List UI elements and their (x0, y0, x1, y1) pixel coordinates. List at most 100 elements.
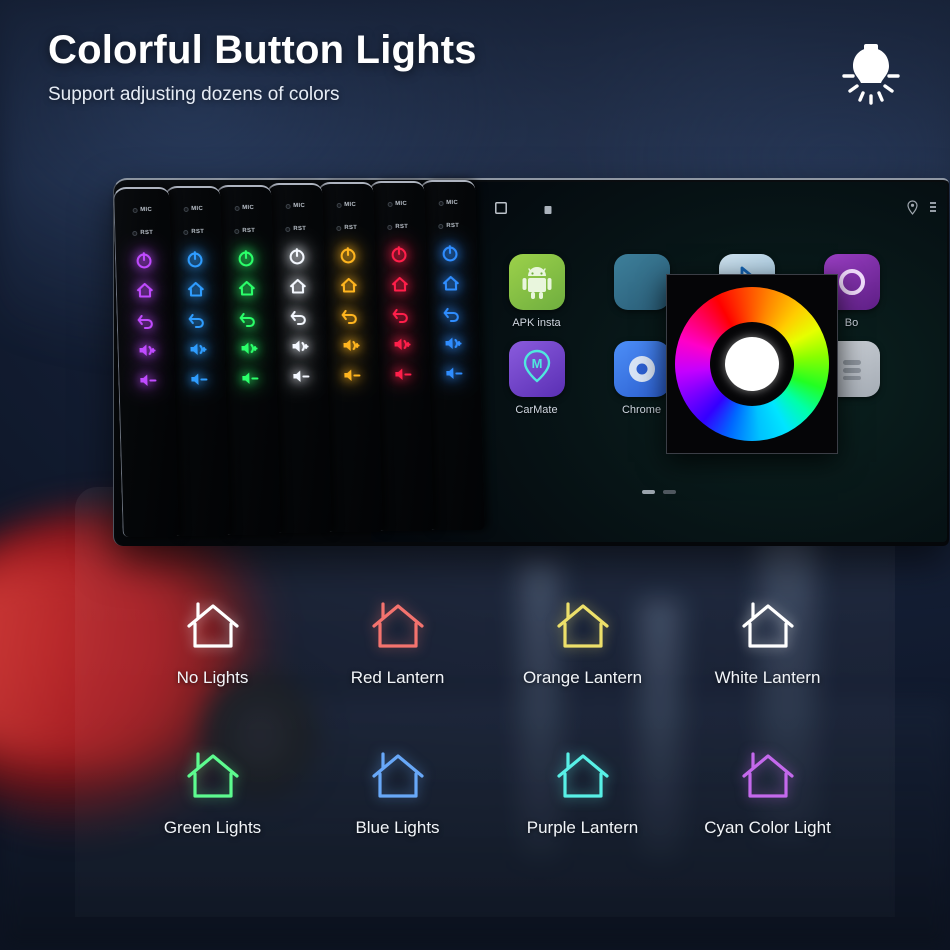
button-panel-stack: MIC RST MIC RST MIC RST MIC RST MIC RST MIC RST MIC R… (113, 178, 485, 546)
mic-label: MIC (446, 199, 459, 206)
power-icon[interactable] (286, 246, 307, 266)
header: Colorful Button Lights Support adjusting… (48, 28, 477, 106)
page-dot[interactable] (642, 490, 655, 494)
rst-label-row: RST (132, 226, 153, 240)
rst-hole-icon (132, 230, 138, 236)
house-lantern-icon (183, 600, 243, 652)
rst-label-row: RST (387, 220, 408, 234)
home-icon[interactable] (440, 273, 461, 293)
back-icon[interactable] (441, 303, 462, 323)
mic-hole-icon (234, 205, 240, 211)
house-lantern-icon (738, 600, 798, 652)
volume-up-icon[interactable] (391, 334, 412, 354)
power-icon[interactable] (184, 249, 205, 269)
mic-label-row: MIC (438, 196, 458, 210)
rst-label: RST (395, 224, 409, 230)
volume-up-icon[interactable] (187, 339, 208, 359)
mic-label: MIC (344, 202, 357, 209)
lantern-label: Blue Lights (355, 818, 440, 837)
volume-up-icon[interactable] (442, 333, 463, 353)
page-dot[interactable] (663, 490, 676, 494)
lantern-label: Red Lantern (350, 668, 445, 687)
rst-label: RST (446, 222, 460, 229)
volume-down-icon[interactable] (137, 370, 158, 390)
back-icon[interactable] (390, 304, 411, 324)
purple-panel[interactable]: MIC RST (113, 187, 179, 537)
mic-label-row: MIC (285, 199, 305, 213)
rst-label-row: RST (336, 221, 357, 235)
mic-hole-icon (132, 207, 138, 213)
status-icons (906, 200, 937, 220)
android-robot-icon (508, 254, 565, 310)
lantern-blue[interactable]: Blue Lights (305, 750, 490, 838)
volume-up-icon[interactable] (136, 340, 157, 360)
home-icon[interactable] (287, 276, 308, 296)
home-icon[interactable] (134, 280, 155, 300)
lantern-color-grid: No Lights Red Lantern Orange Lantern White … (120, 600, 860, 838)
color-wheel-center[interactable] (715, 327, 789, 401)
back-icon[interactable] (135, 310, 156, 330)
app-carmate[interactable]: M CarMate (484, 341, 589, 416)
rst-label: RST (293, 226, 307, 233)
volume-up-icon[interactable] (340, 335, 361, 355)
lantern-orange[interactable]: Orange Lantern (490, 600, 675, 688)
rgb-color-wheel[interactable] (647, 259, 857, 469)
volume-down-icon[interactable] (290, 366, 311, 386)
mic-hole-icon (387, 201, 393, 207)
lantern-purple[interactable]: Purple Lantern (490, 750, 675, 838)
rst-label: RST (242, 227, 256, 234)
house-lantern-icon (553, 750, 613, 802)
volume-up-icon[interactable] (289, 336, 310, 356)
volume-down-icon[interactable] (341, 365, 362, 385)
rst-hole-icon (336, 225, 342, 231)
lantern-white[interactable]: White Lantern (675, 600, 860, 688)
rst-hole-icon (438, 223, 444, 229)
volume-down-icon[interactable] (443, 363, 464, 383)
location-pin-icon (906, 200, 919, 220)
page-title: Colorful Button Lights (48, 28, 477, 72)
house-lantern-icon (368, 600, 428, 652)
lantern-label: Purple Lantern (526, 818, 639, 837)
lantern-green[interactable]: Green Lights (120, 750, 305, 838)
home-icon[interactable] (185, 279, 206, 299)
lantern-cyan[interactable]: Cyan Color Light (675, 750, 860, 838)
signal-icon (929, 201, 937, 220)
home-icon[interactable] (389, 274, 410, 294)
volume-down-icon[interactable] (392, 364, 413, 384)
color-wheel-ring[interactable] (647, 259, 857, 469)
lantern-label: Orange Lantern (522, 668, 643, 687)
rst-label: RST (191, 228, 205, 235)
back-icon[interactable] (288, 306, 309, 326)
back-icon[interactable] (186, 309, 207, 329)
back-icon[interactable] (339, 305, 360, 325)
power-icon[interactable] (133, 250, 154, 270)
light-bulb-icon (834, 38, 908, 112)
mic-label: MIC (191, 205, 204, 212)
home-icon[interactable] (338, 275, 359, 295)
recents-nav-icon[interactable] (493, 200, 509, 221)
mic-label-row: MIC (132, 203, 152, 217)
panel-buttons: MIC RST (318, 198, 378, 385)
mic-label-row: MIC (387, 197, 407, 211)
app-apk-installer[interactable]: APK insta (484, 254, 589, 329)
mic-label: MIC (140, 207, 153, 213)
power-icon[interactable] (388, 244, 409, 264)
lantern-label: Green Lights (163, 818, 262, 837)
back-icon[interactable] (237, 308, 258, 328)
home-icon[interactable] (236, 278, 257, 298)
power-icon[interactable] (337, 245, 358, 265)
panel-buttons: MIC RST (267, 199, 327, 386)
power-icon[interactable] (439, 243, 460, 263)
power-icon[interactable] (235, 248, 256, 268)
lantern-no-lights[interactable]: No Lights (120, 600, 305, 688)
rst-label: RST (344, 225, 358, 232)
rst-label-row: RST (438, 219, 459, 233)
lantern-label: No Lights (176, 668, 249, 687)
volume-down-icon[interactable] (239, 368, 260, 388)
screenshot-nav-icon[interactable] (543, 202, 553, 220)
rst-hole-icon (387, 224, 393, 230)
lantern-red[interactable]: Red Lantern (305, 600, 490, 688)
volume-up-icon[interactable] (238, 338, 259, 358)
mic-label-row: MIC (234, 201, 254, 215)
volume-down-icon[interactable] (188, 369, 209, 389)
